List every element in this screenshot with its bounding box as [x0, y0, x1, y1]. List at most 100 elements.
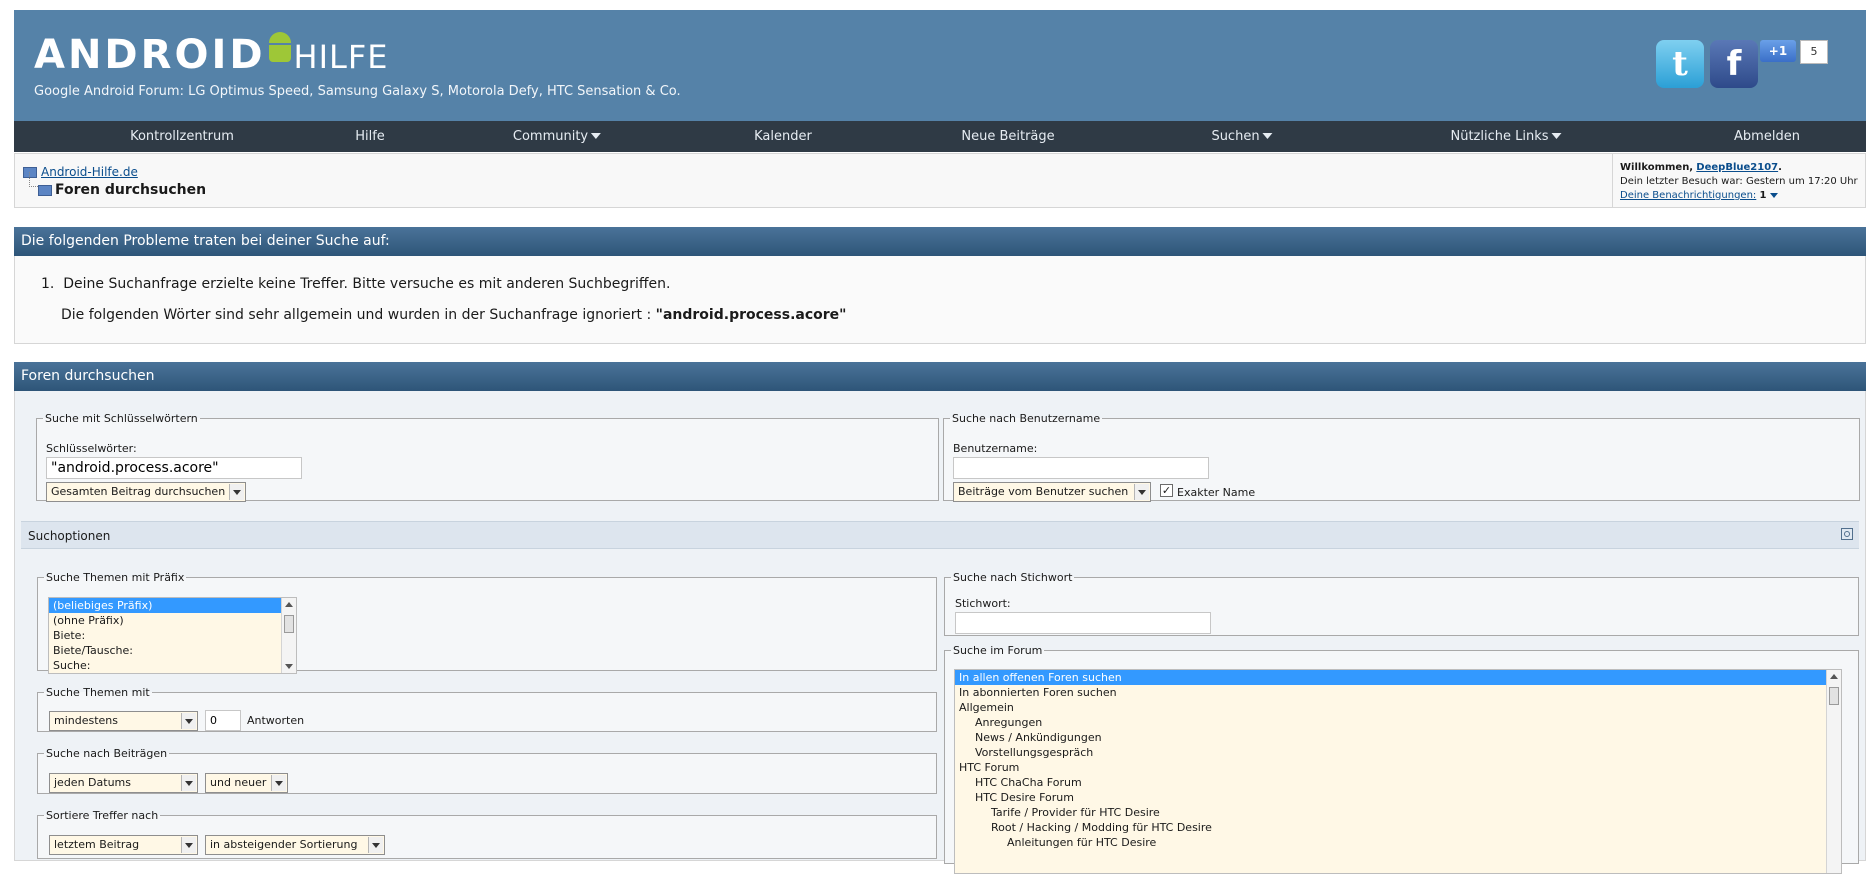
welcome-panel: Willkommen, DeepBlue2107. Dein letzter B… [1612, 154, 1866, 207]
error-ignored-words: Die folgenden Wörter sind sehr allgemein… [61, 307, 847, 323]
folder-icon [38, 185, 52, 196]
tag-input[interactable] [955, 612, 1211, 634]
replies-count-input[interactable] [205, 710, 241, 731]
nav-abmelden[interactable]: Abmelden [1734, 121, 1800, 152]
error-item: 1. Deine Suchanfrage erzielte keine Tref… [41, 276, 671, 292]
forum-fieldset: Suche im Forum In allen offenen Foren su… [944, 644, 1859, 874]
posts-fieldset: Suche nach Beiträgen jeden Datums und ne… [37, 747, 937, 794]
nav-kontrollzentrum[interactable]: Kontrollzentrum [130, 121, 234, 152]
google-plus-button[interactable]: +1 [1760, 40, 1796, 62]
logo-suffix: HILFE [293, 38, 389, 76]
chevron-down-icon[interactable] [1769, 193, 1778, 198]
list-item[interactable]: HTC Forum [955, 760, 1841, 775]
chevron-down-icon [181, 713, 196, 729]
username-legend: Suche nach Benutzername [952, 412, 1101, 425]
username-input[interactable] [953, 457, 1209, 479]
chevron-down-icon [271, 775, 286, 791]
list-item[interactable]: Anleitungen für HTC Desire [955, 835, 1841, 850]
site-header: ANDROID HILFE Google Android Forum: LG Op… [14, 10, 1866, 121]
username-fieldset: Suche nach Benutzername Benutzername: Be… [943, 412, 1860, 502]
keyword-input[interactable] [46, 457, 302, 479]
search-panel-title: Foren durchsuchen [14, 362, 1866, 391]
keyword-fieldset: Suche mit Schlüsselwörtern Schlüsselwört… [36, 412, 939, 502]
site-tagline: Google Android Forum: LG Optimus Speed, … [34, 84, 681, 99]
post-direction-select[interactable]: und neuer [205, 773, 288, 793]
list-item[interactable]: (beliebiges Präfix) [49, 598, 296, 613]
scrollbar[interactable] [1826, 670, 1841, 873]
sort-legend: Sortiere Treffer nach [46, 809, 159, 822]
notifications-count: 1 [1759, 190, 1767, 201]
list-item[interactable]: News / Ankündigungen [955, 730, 1841, 745]
list-item[interactable]: Vorstellungsgespräch [955, 745, 1841, 760]
twitter-icon[interactable]: t [1656, 40, 1704, 88]
prefix-listbox[interactable]: (beliebiges Präfix) (ohne Präfix) Biete:… [48, 597, 297, 674]
nav-hilfe[interactable]: Hilfe [355, 121, 385, 152]
prefix-fieldset: Suche Themen mit Präfix (beliebiges Präf… [37, 571, 937, 674]
breadcrumb: Android-Hilfe.de Foren durchsuchen Willk… [14, 153, 1866, 208]
chevron-down-icon [1262, 133, 1273, 139]
facebook-icon[interactable]: f [1710, 40, 1758, 88]
chevron-down-icon [368, 837, 383, 853]
sort-order-select[interactable]: in absteigender Sortierung [205, 835, 385, 855]
site-logo[interactable]: ANDROID HILFE [34, 32, 388, 78]
username-link[interactable]: DeepBlue2107 [1696, 162, 1778, 173]
tree-branch-icon [29, 172, 38, 187]
list-item[interactable]: HTC ChaCha Forum [955, 775, 1841, 790]
list-item[interactable]: Tarife / Provider für HTC Desire [955, 805, 1841, 820]
welcome-prefix: Willkommen, [1620, 162, 1694, 173]
sort-fieldset: Sortiere Treffer nach letztem Beitrag in… [37, 809, 937, 859]
list-item[interactable]: In abonnierten Foren suchen [955, 685, 1841, 700]
replies-suffix: Antworten [247, 714, 305, 727]
google-plus-count: 5 [1800, 40, 1828, 64]
nav-neue-beitraege[interactable]: Neue Beiträge [961, 121, 1054, 152]
main-nav: Kontrollzentrum Hilfe Community Kalender… [14, 121, 1866, 152]
android-robot-icon [267, 32, 293, 66]
username-scope-select[interactable]: Beiträge vom Benutzer suchen [953, 482, 1151, 502]
chevron-down-icon [1551, 133, 1562, 139]
list-item[interactable]: Anregungen [955, 715, 1841, 730]
keyword-scope-select[interactable]: Gesamten Beitrag durchsuchen [46, 482, 246, 502]
chevron-down-icon [181, 837, 196, 853]
list-item[interactable]: In allen offenen Foren suchen [955, 670, 1841, 685]
posts-legend: Suche nach Beiträgen [46, 747, 168, 760]
search-form: Suche mit Schlüsselwörtern Schlüsselwört… [14, 391, 1866, 874]
breadcrumb-home-link[interactable]: Android-Hilfe.de [41, 165, 138, 179]
collapse-icon[interactable] [1841, 528, 1853, 540]
list-item[interactable]: Biete/Tausche: [49, 643, 296, 658]
notifications-link[interactable]: Deine Benachrichtigungen: [1620, 190, 1756, 201]
post-date-select[interactable]: jeden Datums [49, 773, 198, 793]
list-item[interactable]: Biete: [49, 628, 296, 643]
nav-community[interactable]: Community [513, 121, 602, 152]
chevron-down-icon [1134, 484, 1149, 500]
username-label: Benutzername: [953, 442, 1038, 455]
nav-nuetzliche-links[interactable]: Nützliche Links [1450, 121, 1562, 152]
error-panel-title: Die folgenden Probleme traten bei deiner… [14, 227, 1866, 256]
tag-label: Stichwort: [955, 597, 1011, 610]
forum-listbox[interactable]: In allen offenen Foren suchen In abonnie… [954, 669, 1842, 874]
chevron-down-icon [229, 484, 244, 500]
sort-field-select[interactable]: letztem Beitrag [49, 835, 198, 855]
exact-name-checkbox[interactable]: ✓ [1160, 484, 1173, 497]
keyword-legend: Suche mit Schlüsselwörtern [45, 412, 198, 425]
replies-mode-select[interactable]: mindestens [49, 711, 198, 731]
list-item[interactable]: HTC Desire Forum [955, 790, 1841, 805]
search-options-title: Suchoptionen [28, 529, 111, 543]
list-item[interactable]: Root / Hacking / Modding für HTC Desire [955, 820, 1841, 835]
list-item[interactable]: Suche: [49, 658, 296, 673]
list-item[interactable]: Allgemein [955, 700, 1841, 715]
tag-fieldset: Suche nach Stichwort Stichwort: [944, 571, 1859, 636]
tag-legend: Suche nach Stichwort [953, 571, 1073, 584]
list-item[interactable]: (ohne Präfix) [49, 613, 296, 628]
replies-legend: Suche Themen mit [46, 686, 150, 699]
keyword-label: Schlüsselwörter: [46, 442, 137, 455]
replies-fieldset: Suche Themen mit mindestens Antworten [37, 686, 937, 732]
nav-suchen[interactable]: Suchen [1211, 121, 1273, 152]
scrollbar[interactable] [281, 598, 296, 673]
nav-kalender[interactable]: Kalender [754, 121, 812, 152]
error-panel: 1. Deine Suchanfrage erzielte keine Tref… [14, 256, 1866, 344]
chevron-down-icon [181, 775, 196, 791]
logo-text: ANDROID [34, 32, 266, 78]
ignored-term: "android.process.acore" [655, 307, 847, 323]
prefix-legend: Suche Themen mit Präfix [46, 571, 185, 584]
chevron-down-icon [591, 133, 602, 139]
